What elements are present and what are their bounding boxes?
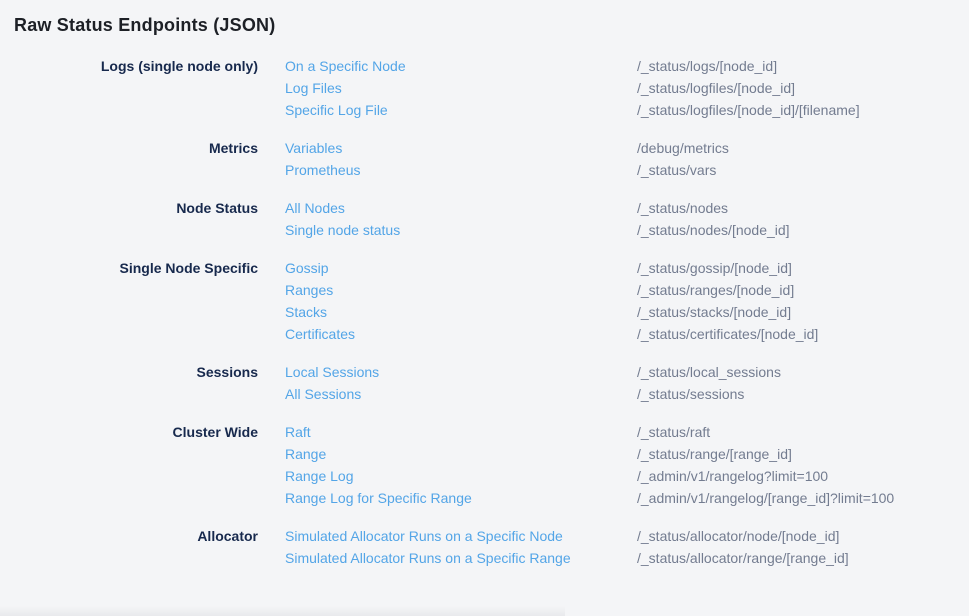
section-rows: Local Sessions/_status/local_sessionsAll…	[258, 361, 969, 405]
endpoint-row: Range Log/_admin/v1/rangelog?limit=100	[258, 465, 969, 487]
section-rows: Simulated Allocator Runs on a Specific N…	[258, 525, 969, 569]
endpoint-row: Prometheus/_status/vars	[258, 159, 969, 181]
endpoint-row: Simulated Allocator Runs on a Specific R…	[258, 547, 969, 569]
endpoint-path: /_admin/v1/rangelog?limit=100	[637, 465, 828, 487]
endpoint-row: Single node status/_status/nodes/[node_i…	[258, 219, 969, 241]
endpoint-section: MetricsVariables/debug/metricsPrometheus…	[0, 137, 969, 181]
endpoint-path: /_status/logfiles/[node_id]	[637, 77, 795, 99]
endpoint-row: All Nodes/_status/nodes	[258, 197, 969, 219]
endpoint-path: /_status/certificates/[node_id]	[637, 323, 818, 345]
endpoint-link[interactable]: Specific Log File	[285, 99, 637, 121]
endpoint-path: /_status/stacks/[node_id]	[637, 301, 791, 323]
endpoint-link[interactable]: On a Specific Node	[285, 55, 637, 77]
endpoint-link[interactable]: Range Log for Specific Range	[285, 487, 637, 509]
endpoint-section: Logs (single node only)On a Specific Nod…	[0, 55, 969, 121]
section-rows: Raft/_status/raftRange/_status/range/[ra…	[258, 421, 969, 509]
endpoint-path: /_status/logfiles/[node_id]/[filename]	[637, 99, 860, 121]
section-category-label: Single Node Specific	[0, 257, 258, 279]
endpoint-path: /_status/vars	[637, 159, 716, 181]
endpoint-path: /debug/metrics	[637, 137, 729, 159]
endpoint-link[interactable]: Simulated Allocator Runs on a Specific N…	[285, 525, 637, 547]
endpoint-section: Cluster WideRaft/_status/raftRange/_stat…	[0, 421, 969, 509]
section-category-label: Sessions	[0, 361, 258, 383]
endpoint-link[interactable]: Stacks	[285, 301, 637, 323]
endpoint-section: SessionsLocal Sessions/_status/local_ses…	[0, 361, 969, 405]
section-category-label: Node Status	[0, 197, 258, 219]
endpoint-path: /_status/nodes	[637, 197, 728, 219]
section-rows: On a Specific Node/_status/logs/[node_id…	[258, 55, 969, 121]
section-rows: All Nodes/_status/nodesSingle node statu…	[258, 197, 969, 241]
endpoint-link[interactable]: Ranges	[285, 279, 637, 301]
endpoint-sections: Logs (single node only)On a Specific Nod…	[0, 55, 969, 569]
endpoint-path: /_status/allocator/range/[range_id]	[637, 547, 849, 569]
endpoint-link[interactable]: Log Files	[285, 77, 637, 99]
endpoint-row: On a Specific Node/_status/logs/[node_id…	[258, 55, 969, 77]
endpoint-row: Range/_status/range/[range_id]	[258, 443, 969, 465]
endpoint-link[interactable]: Range Log	[285, 465, 637, 487]
endpoint-path: /_status/ranges/[node_id]	[637, 279, 794, 301]
endpoint-row: All Sessions/_status/sessions	[258, 383, 969, 405]
endpoint-row: Ranges/_status/ranges/[node_id]	[258, 279, 969, 301]
endpoint-link[interactable]: Certificates	[285, 323, 637, 345]
endpoint-path: /_status/sessions	[637, 383, 744, 405]
section-category-label: Allocator	[0, 525, 258, 547]
endpoint-row: Raft/_status/raft	[258, 421, 969, 443]
bottom-shade-divider	[0, 606, 565, 616]
endpoint-row: Certificates/_status/certificates/[node_…	[258, 323, 969, 345]
endpoint-row: Range Log for Specific Range/_admin/v1/r…	[258, 487, 969, 509]
endpoint-row: Variables/debug/metrics	[258, 137, 969, 159]
endpoint-path: /_status/logs/[node_id]	[637, 55, 777, 77]
endpoint-section: Node StatusAll Nodes/_status/nodesSingle…	[0, 197, 969, 241]
section-rows: Variables/debug/metricsPrometheus/_statu…	[258, 137, 969, 181]
section-category-label: Logs (single node only)	[0, 55, 258, 77]
endpoint-row: Specific Log File/_status/logfiles/[node…	[258, 99, 969, 121]
endpoint-link[interactable]: Local Sessions	[285, 361, 637, 383]
endpoint-link[interactable]: Gossip	[285, 257, 637, 279]
endpoint-row: Log Files/_status/logfiles/[node_id]	[258, 77, 969, 99]
endpoint-link[interactable]: Range	[285, 443, 637, 465]
endpoint-path: /_status/raft	[637, 421, 710, 443]
endpoint-link[interactable]: All Nodes	[285, 197, 637, 219]
endpoint-link[interactable]: Variables	[285, 137, 637, 159]
endpoint-section: Allocator Simulated Allocator Runs on a S…	[0, 525, 969, 569]
section-category-label: Metrics	[0, 137, 258, 159]
endpoint-row: Local Sessions/_status/local_sessions	[258, 361, 969, 383]
endpoint-row: Simulated Allocator Runs on a Specific N…	[258, 525, 969, 547]
endpoint-path: /_status/gossip/[node_id]	[637, 257, 792, 279]
endpoint-path: /_status/range/[range_id]	[637, 443, 792, 465]
endpoint-row: Stacks/_status/stacks/[node_id]	[258, 301, 969, 323]
endpoint-row: Gossip/_status/gossip/[node_id]	[258, 257, 969, 279]
endpoint-link[interactable]: Simulated Allocator Runs on a Specific R…	[285, 547, 637, 569]
endpoint-path: /_status/nodes/[node_id]	[637, 219, 790, 241]
endpoint-section: Single Node SpecificGossip/_status/gossi…	[0, 257, 969, 345]
endpoint-path: /_admin/v1/rangelog/[range_id]?limit=100	[637, 487, 894, 509]
section-category-label: Cluster Wide	[0, 421, 258, 443]
endpoint-path: /_status/allocator/node/[node_id]	[637, 525, 839, 547]
endpoint-link[interactable]: Raft	[285, 421, 637, 443]
endpoint-link[interactable]: Prometheus	[285, 159, 637, 181]
endpoint-path: /_status/local_sessions	[637, 361, 781, 383]
endpoint-link[interactable]: Single node status	[285, 219, 637, 241]
page-title: Raw Status Endpoints (JSON)	[14, 13, 969, 37]
section-rows: Gossip/_status/gossip/[node_id]Ranges/_s…	[258, 257, 969, 345]
endpoint-link[interactable]: All Sessions	[285, 383, 637, 405]
